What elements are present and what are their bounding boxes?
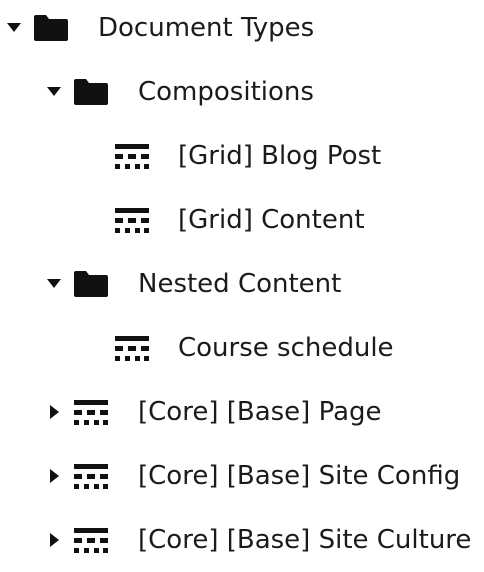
document-type-icon [114,206,150,234]
folder-icon [73,78,109,106]
caret-right-icon[interactable] [49,533,63,547]
tree-node-label: Compositions [138,77,314,107]
tree-node-label: [Core] [Base] Site Config [138,461,461,491]
caret-right-icon[interactable] [49,405,63,419]
caret-down-icon[interactable] [47,278,61,290]
document-type-icon [73,462,109,490]
document-types-tree: Document Types Compositions [Grid] Blog … [0,0,484,572]
tree-node-label: Course schedule [178,333,394,363]
document-type-icon [114,334,150,362]
tree-node-nested-content[interactable]: Nested Content [0,264,484,304]
tree-node-label: [Core] [Base] Site Culture [138,525,472,555]
tree-node-label: [Grid] Blog Post [178,141,382,171]
tree-node-course-schedule[interactable]: Course schedule [0,328,484,368]
document-type-icon [73,398,109,426]
tree-node-label: Nested Content [138,269,342,299]
folder-icon [33,14,69,42]
tree-node-core-base-site-config[interactable]: [Core] [Base] Site Config [0,456,484,496]
tree-node-compositions[interactable]: Compositions [0,72,484,112]
folder-icon [73,270,109,298]
tree-node-grid-content[interactable]: [Grid] Content [0,200,484,240]
caret-down-icon[interactable] [47,86,61,98]
document-type-icon [114,142,150,170]
tree-node-document-types[interactable]: Document Types [0,8,484,48]
document-type-icon [73,526,109,554]
tree-node-label: [Core] [Base] Page [138,397,382,427]
tree-node-label: Document Types [98,13,315,43]
tree-node-label: [Grid] Content [178,205,365,235]
tree-node-core-base-page[interactable]: [Core] [Base] Page [0,392,484,432]
tree-node-grid-blog-post[interactable]: [Grid] Blog Post [0,136,484,176]
caret-down-icon[interactable] [7,22,21,34]
caret-right-icon[interactable] [49,469,63,483]
tree-node-core-base-site-culture[interactable]: [Core] [Base] Site Culture [0,520,484,560]
